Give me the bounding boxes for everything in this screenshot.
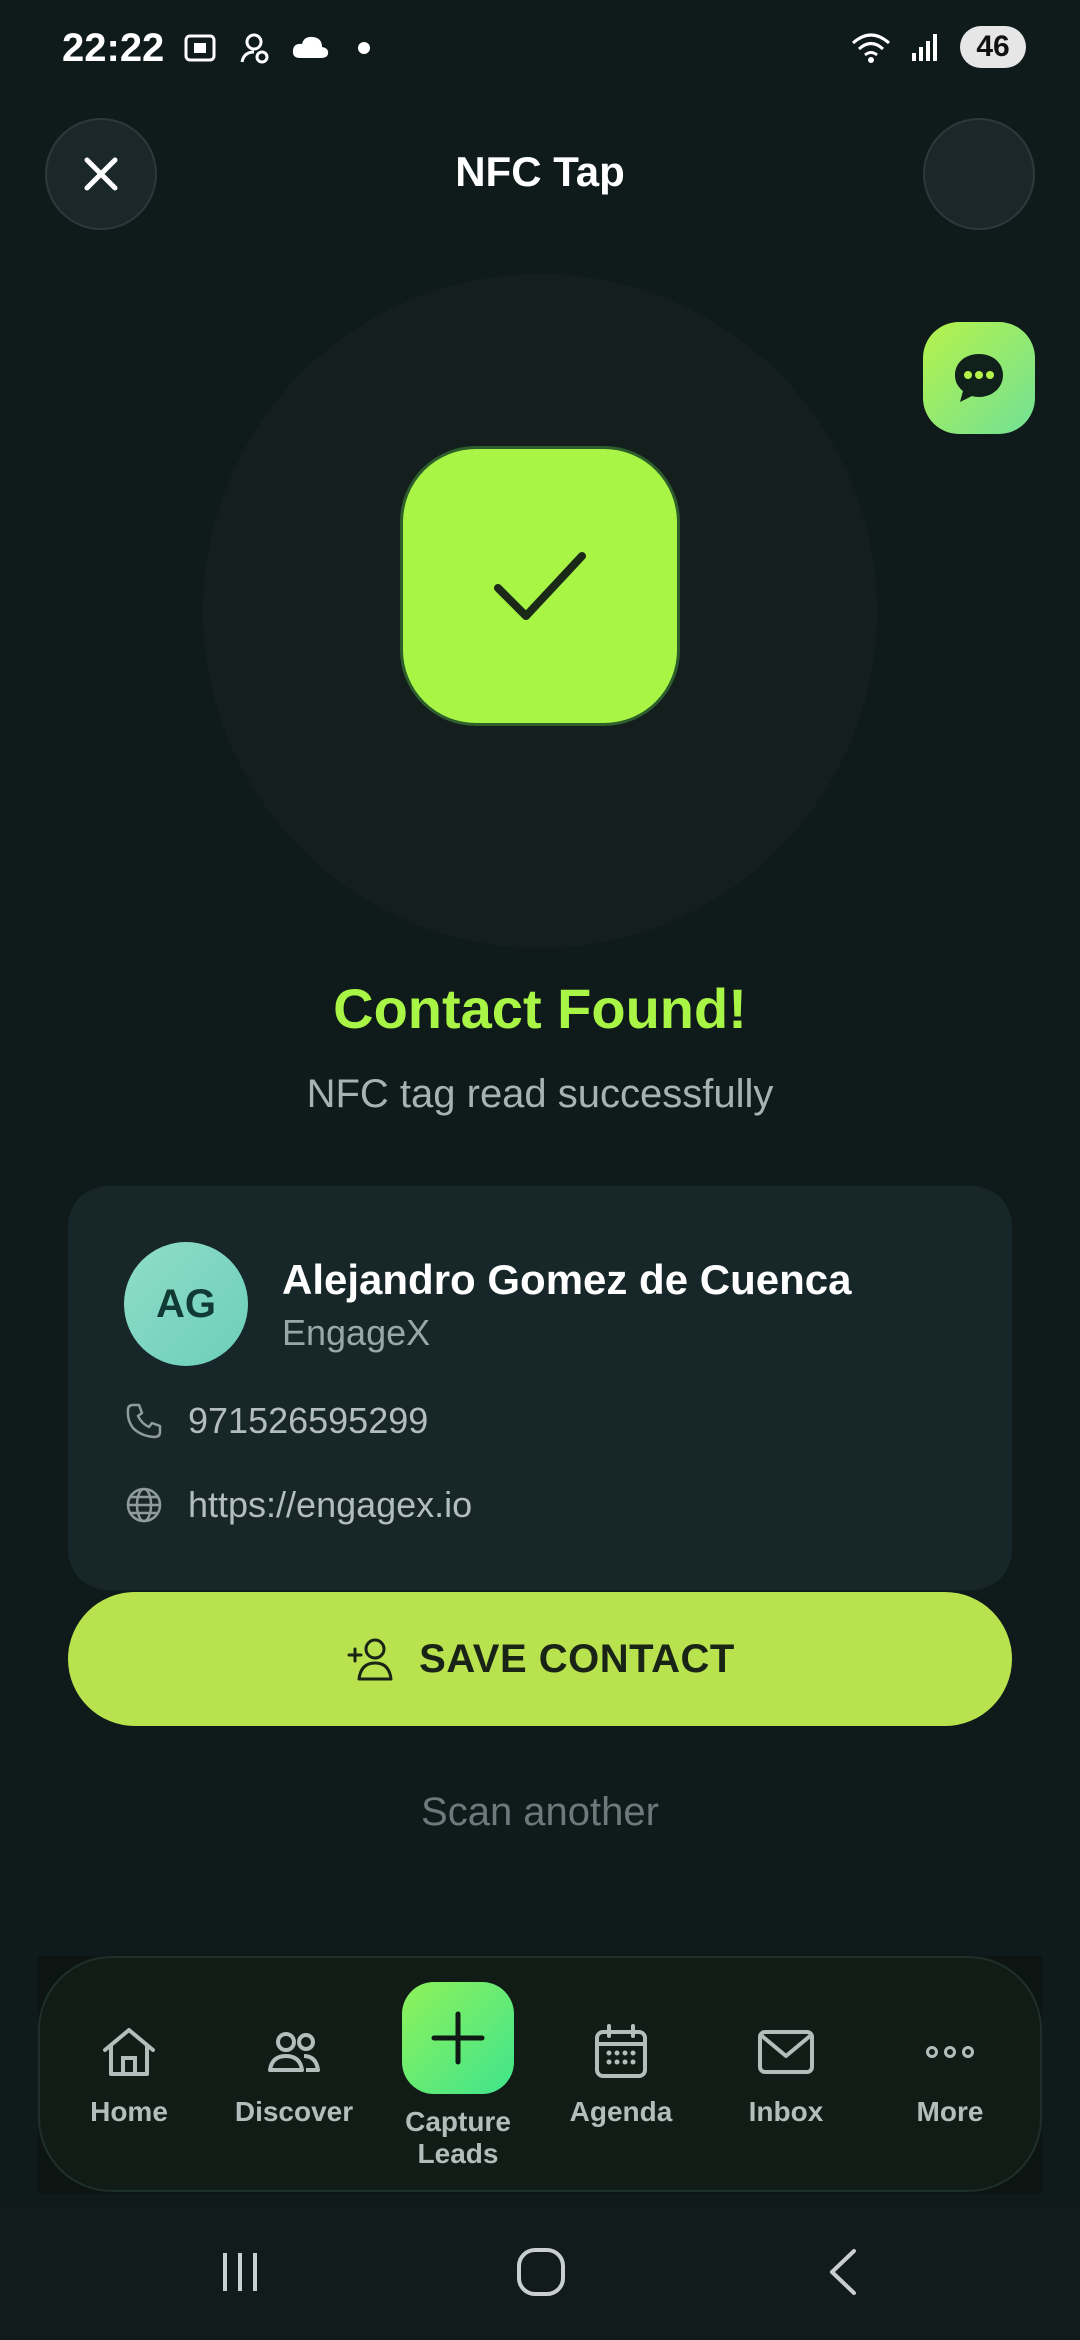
wifi-icon xyxy=(852,33,890,63)
contact-website-row[interactable]: https://engagex.io xyxy=(124,1484,472,1526)
scan-another-link[interactable]: Scan another xyxy=(0,1790,1080,1835)
nav-home[interactable]: Home xyxy=(54,2022,204,2128)
header-right-button[interactable] xyxy=(923,118,1035,230)
nav-inbox-label: Inbox xyxy=(748,2096,824,2127)
save-contact-label: SAVE CONTACT xyxy=(419,1636,735,1681)
contact-company: EngageX xyxy=(282,1312,431,1353)
screenshot-icon xyxy=(184,34,216,62)
recent-apps-icon xyxy=(223,2253,257,2291)
nav-agenda-label: Agenda xyxy=(569,2096,673,2127)
nav-more-label: More xyxy=(916,2096,984,2127)
home-icon xyxy=(103,2028,155,2076)
back-button[interactable] xyxy=(810,2242,880,2302)
signal-icon xyxy=(912,34,937,61)
contact-card: AG Alejandro Gomez de Cuenca EngageX 971… xyxy=(68,1186,1012,1590)
avatar: AG xyxy=(124,1242,248,1366)
back-chevron-icon xyxy=(830,2249,856,2295)
nfc-tap-screen: 22:22 46 NFC Tap Contact Found! NFC tag … xyxy=(0,0,1080,2340)
recent-apps-button[interactable] xyxy=(205,2242,275,2302)
chat-button[interactable] xyxy=(923,322,1035,434)
add-person-icon xyxy=(347,1638,393,1681)
nav-more[interactable]: More xyxy=(875,2022,1025,2128)
contact-phone-row[interactable]: 971526595299 xyxy=(124,1400,428,1442)
nav-inbox[interactable]: Inbox xyxy=(711,2022,861,2128)
battery-indicator: 46 xyxy=(960,26,1026,68)
success-check-tile xyxy=(400,446,680,726)
nav-discover[interactable]: Discover xyxy=(219,2022,369,2128)
person-search-icon xyxy=(240,33,269,64)
checkmark-icon xyxy=(494,552,586,620)
contact-website: https://engagex.io xyxy=(188,1484,473,1525)
home-circle-icon xyxy=(517,2248,565,2296)
home-system-button[interactable] xyxy=(506,2242,576,2302)
result-subtitle: NFC tag read successfully xyxy=(306,1072,774,1116)
contact-phone: 971526595299 xyxy=(188,1400,429,1441)
status-time: 22:22 xyxy=(62,26,165,70)
mail-icon xyxy=(758,2030,814,2074)
page-title: NFC Tap xyxy=(455,148,625,195)
nav-discover-label: Discover xyxy=(234,2096,354,2127)
nav-capture-leads[interactable] xyxy=(402,1982,514,2094)
notification-dot xyxy=(358,42,370,54)
cloud-icon xyxy=(292,36,329,58)
nav-capture-leads-label: Capture Leads xyxy=(380,2106,536,2170)
contact-name: Alejandro Gomez de Cuenca xyxy=(282,1256,852,1303)
status-notification-icons xyxy=(182,30,370,66)
result-title: Contact Found! xyxy=(333,977,747,1040)
chat-bubble-icon xyxy=(955,354,1003,402)
phone-icon xyxy=(126,1403,162,1439)
calendar-icon xyxy=(595,2024,647,2078)
nav-agenda[interactable]: Agenda xyxy=(546,2022,696,2128)
globe-icon xyxy=(126,1487,162,1523)
status-bar: 22:22 46 xyxy=(0,0,1080,100)
nav-home-label: Home xyxy=(90,2096,168,2127)
plus-icon xyxy=(431,2011,485,2065)
more-icon xyxy=(926,2046,974,2058)
save-contact-button[interactable]: SAVE CONTACT xyxy=(68,1592,1012,1726)
status-system-icons: 46 xyxy=(850,26,1026,68)
people-icon xyxy=(268,2032,320,2072)
nav-capture-leads-label-line1: Capture xyxy=(405,2106,511,2137)
nav-capture-leads-label-line2: Leads xyxy=(417,2138,499,2169)
